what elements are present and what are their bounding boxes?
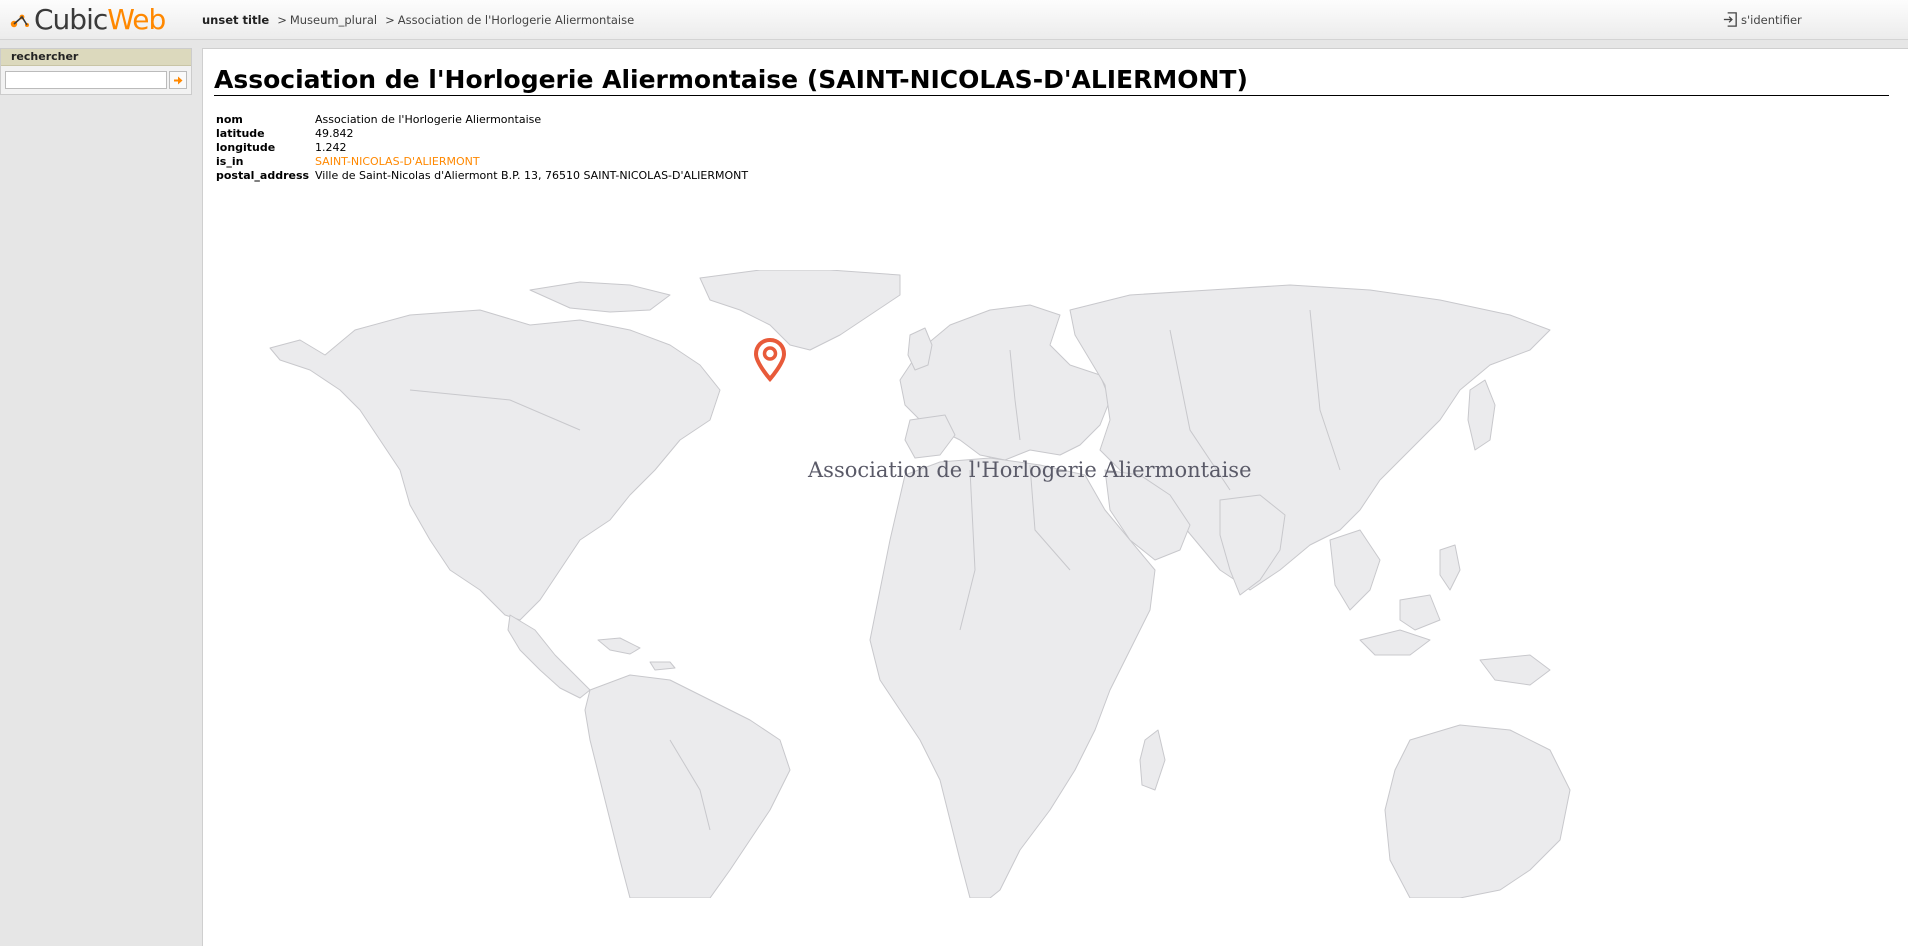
search-box: rechercher xyxy=(0,48,192,95)
is-in-link[interactable]: SAINT-NICOLAS-D'ALIERMONT xyxy=(315,155,480,168)
attribute-value: 49.842 xyxy=(315,127,354,140)
breadcrumb-separator: > xyxy=(385,13,395,27)
attribute-value: SAINT-NICOLAS-D'ALIERMONT xyxy=(315,155,752,169)
attribute-value: 1.242 xyxy=(315,141,347,154)
breadcrumb-item-museum[interactable]: Museum_plural xyxy=(290,13,377,27)
attribute-key: is_in xyxy=(216,155,244,168)
landmass-australia xyxy=(1384,724,1571,898)
breadcrumb-item-current: Association de l'Horlogerie Aliermontais… xyxy=(397,13,635,27)
landmass-greenland xyxy=(699,270,901,351)
login-link[interactable]: s'identifier xyxy=(1722,11,1802,28)
breadcrumb-separator: > xyxy=(277,13,287,27)
search-box-title: rechercher xyxy=(1,49,191,66)
breadcrumb-site-title[interactable]: unset title xyxy=(202,13,269,27)
login-label: s'identifier xyxy=(1741,12,1802,27)
landmass-caribbean xyxy=(597,637,641,655)
landmass-new-guinea xyxy=(1479,654,1551,686)
top-header: CubicWeb unset title > Museum_plural > Assoc… xyxy=(0,0,1908,40)
landmass-indonesia xyxy=(1359,629,1431,656)
landmass-southeast-asia xyxy=(1329,529,1381,611)
attribute-row-is-in: is_in SAINT-NICOLAS-D'ALIERMONT xyxy=(216,155,752,169)
cubicweb-logo-icon xyxy=(10,14,29,28)
landmass-india xyxy=(1219,494,1286,596)
landmass-japan xyxy=(1467,379,1496,451)
search-button[interactable] xyxy=(169,71,187,89)
attribute-row-latitude: latitude 49.842 xyxy=(216,127,752,141)
login-icon xyxy=(1723,12,1737,27)
attribute-row-nom: nom Association de l'Horlogerie Aliermon… xyxy=(216,113,752,127)
attribute-key: nom xyxy=(216,113,243,126)
landmass-central-america xyxy=(507,614,591,699)
cubicweb-logo[interactable]: CubicWeb xyxy=(8,3,166,36)
landmass-south-america xyxy=(584,674,791,898)
map-marker-label: Association de l'Horlogerie Aliermontais… xyxy=(808,458,1252,482)
attribute-row-postal-address: postal_address Ville de Saint-Nicolas d'… xyxy=(216,169,752,183)
world-map[interactable] xyxy=(110,270,1590,898)
attribute-key: latitude xyxy=(216,127,265,140)
logo-text-cubic: Cubic xyxy=(34,3,108,36)
map-pin-icon[interactable] xyxy=(752,337,788,383)
landmass-britain xyxy=(907,327,933,371)
attribute-key: postal_address xyxy=(216,169,310,182)
landmass-africa xyxy=(869,457,1156,898)
landmass-philippines xyxy=(1439,544,1461,591)
attribute-row-longitude: longitude 1.242 xyxy=(216,141,752,155)
world-map-svg xyxy=(269,270,1571,898)
landmass-caribbean-east xyxy=(649,661,676,671)
landmass-arctic-islands xyxy=(529,281,671,313)
attributes-table: nom Association de l'Horlogerie Aliermon… xyxy=(216,113,752,183)
page-title: Association de l'Horlogerie Aliermontais… xyxy=(214,65,1889,96)
landmass-iberia xyxy=(904,414,956,459)
search-input[interactable] xyxy=(5,71,167,89)
landmass-north-america xyxy=(269,309,721,621)
attribute-value: Ville de Saint-Nicolas d'Aliermont B.P. … xyxy=(315,169,749,182)
logo-text-web: Web xyxy=(107,3,166,36)
attribute-key: longitude xyxy=(216,141,276,154)
attribute-value: Association de l'Horlogerie Aliermontais… xyxy=(315,113,542,126)
landmass-borneo xyxy=(1399,594,1441,631)
breadcrumb: unset title > Museum_plural > Association de… xyxy=(202,13,634,27)
landmass-madagascar xyxy=(1139,729,1166,791)
arrow-right-icon xyxy=(173,76,182,84)
